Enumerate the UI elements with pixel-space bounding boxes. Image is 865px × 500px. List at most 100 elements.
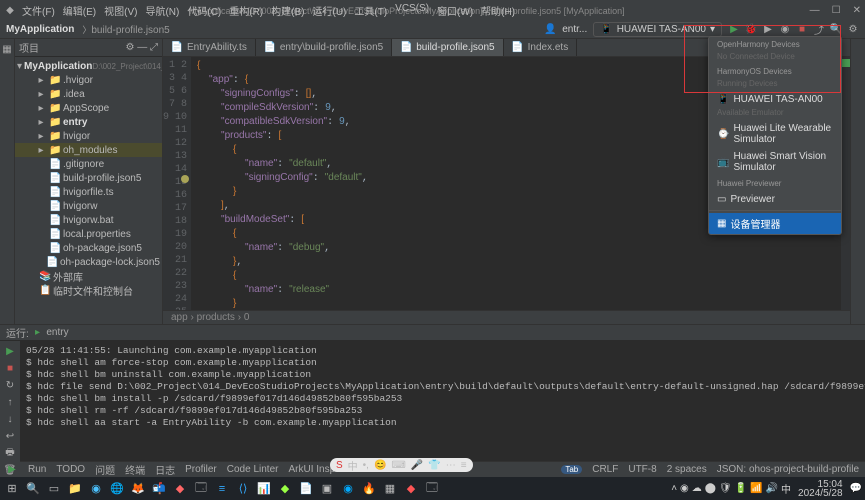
close-icon[interactable]: ✕ (853, 5, 861, 16)
menu-window[interactable]: 窗口(W) (437, 3, 473, 18)
app-icon-7[interactable]: 📄 (297, 480, 315, 498)
tray-up-icon[interactable]: ˄ (671, 483, 677, 494)
ime-toolbar[interactable]: S 中 •, 😊 ⌨ 🎤 👕 ⋯ ≡ (330, 458, 473, 472)
stop-icon[interactable]: ■ (796, 24, 808, 36)
restart-icon[interactable]: ↻ (4, 379, 16, 391)
project-tree-header[interactable]: 项目⚙ — ⤢ (15, 39, 162, 57)
tray-ico[interactable]: 🛡 (719, 483, 732, 494)
editor-tab[interactable]: 📄Index.ets (504, 39, 578, 56)
tree-item[interactable]: 📄hvigorw (15, 199, 162, 213)
menu-file[interactable]: 文件(F) (22, 3, 55, 18)
ime-more-icon[interactable]: ⋯ (446, 460, 456, 471)
device-selector[interactable]: 📱 HUAWEI TAS-AN00 ▾ (593, 22, 722, 37)
notif-icon[interactable]: 💬 (850, 483, 862, 494)
tray-ico[interactable]: ☁ (692, 483, 702, 494)
menu-run[interactable]: 运行(U) (312, 3, 346, 18)
editor-tab[interactable]: 📄entry\build-profile.json5 (256, 39, 392, 56)
app-icon-5[interactable]: 📊 (255, 480, 273, 498)
maximize-icon[interactable]: ☐ (832, 5, 841, 16)
app-icon-11[interactable]: ◆ (402, 480, 420, 498)
status-crlf[interactable]: CRLF (592, 464, 618, 475)
vcs-icon[interactable]: ⤴ (813, 24, 825, 36)
tray-ico[interactable]: 🔋 (735, 483, 747, 494)
print-icon[interactable]: 🖶 (4, 447, 16, 459)
menu-edit[interactable]: 编辑(E) (63, 3, 96, 18)
ime-voice-icon[interactable]: 🎤 (411, 460, 423, 471)
ime-punct[interactable]: •, (363, 460, 369, 471)
menu-help[interactable]: 帮助(H) (481, 3, 515, 18)
profiler-tool[interactable]: Profiler (185, 464, 217, 475)
tree-item[interactable]: ▸📁hvigor (15, 129, 162, 143)
popup-device-manager[interactable]: ▦设备管理器 (709, 213, 841, 234)
status-enc[interactable]: UTF-8 (628, 464, 656, 475)
menu-tools[interactable]: 工具(T) (354, 3, 387, 18)
tree-root[interactable]: ▾MyApplication D:\002_Project\014_DevEco… (15, 59, 162, 73)
popup-sim-vision[interactable]: 📺Huawei Smart Vision Simulator (709, 148, 841, 176)
tray-vol-icon[interactable]: 🔊 (766, 483, 778, 494)
tree-item[interactable]: 📄oh-package-lock.json5 (15, 255, 162, 269)
ime-skin-icon[interactable]: 👕 (428, 460, 440, 471)
rerun-icon[interactable]: ▶ (4, 345, 16, 357)
tree-item[interactable]: ▸📁AppScope (15, 101, 162, 115)
status-indent[interactable]: 2 spaces (667, 464, 707, 475)
menu-vcs[interactable]: VCS(S) (395, 3, 429, 18)
profiler-icon[interactable]: ◉ (779, 24, 791, 36)
log-tool[interactable]: 日志 (155, 462, 175, 477)
firefox-icon[interactable]: 🦊 (129, 480, 147, 498)
app-icon-1[interactable]: 📬 (150, 480, 168, 498)
run-config[interactable]: entr... (562, 24, 587, 35)
terminal-tool[interactable]: 终端 (125, 462, 145, 477)
status-tab[interactable]: Tab (561, 465, 582, 474)
app-icon-12[interactable]: 🗔 (423, 480, 441, 498)
edge-icon[interactable]: ◉ (87, 480, 105, 498)
run-header[interactable]: 运行: ▸ entry ⚙ — (0, 325, 865, 341)
stop-icon[interactable]: ■ (4, 362, 16, 374)
app-icon-6[interactable]: ◆ (276, 480, 294, 498)
run-tool[interactable]: Run (28, 464, 46, 475)
tree-item[interactable]: ▸📁.idea (15, 87, 162, 101)
menu-bar[interactable]: 文件(F) 编辑(E) 视图(V) 导航(N) 代码(C) 重构(R) 构建(B… (22, 3, 515, 18)
popup-sim-wearable[interactable]: ⌚Huawei Lite Wearable Simulator (709, 120, 841, 148)
tree-item[interactable]: 📚外部库 (15, 269, 162, 283)
system-tray[interactable]: ˄ ◉ ☁ ⬤ 🛡 🔋 📶 🔊 中 15:042024/5/28 💬 (671, 480, 862, 498)
tray-ico[interactable]: ◉ (680, 483, 689, 494)
ime-menu-icon[interactable]: ≡ (461, 460, 467, 471)
tree-item[interactable]: 📄hvigorw.bat (15, 213, 162, 227)
ime-mode[interactable]: 中 (348, 458, 358, 473)
run-icon[interactable]: ▶ (728, 24, 740, 36)
problems-tool[interactable]: 问题 (95, 462, 115, 477)
project-name[interactable]: MyApplication (6, 24, 74, 35)
minimize-icon[interactable]: — (810, 5, 820, 16)
menu-refactor[interactable]: 重构(R) (229, 3, 263, 18)
tray-net-icon[interactable]: 📶 (750, 483, 762, 494)
editor-tab[interactable]: 📄build-profile.json5 (392, 39, 503, 56)
user-icon[interactable]: 👤 (544, 24, 556, 36)
tree-item[interactable]: 📋临时文件和控制台 (15, 283, 162, 297)
vscode-icon[interactable]: ⟨⟩ (234, 480, 252, 498)
gear-icon[interactable]: ⚙ (847, 24, 859, 36)
app-icon-3[interactable]: 🗔 (192, 480, 210, 498)
taskbar-search-icon[interactable]: 🔍 (24, 480, 42, 498)
tree-item[interactable]: 📄local.properties (15, 227, 162, 241)
tree-item[interactable]: ▸📁entry (15, 115, 162, 129)
tree-item[interactable]: ▸📁oh_modules (15, 143, 162, 157)
start-icon[interactable]: ⊞ (3, 480, 21, 498)
debug-icon[interactable]: 🐞 (745, 24, 757, 36)
todo-tool[interactable]: TODO (56, 464, 85, 475)
editor-tab[interactable]: 📄EntryAbility.ts (163, 39, 256, 56)
tree-item[interactable]: 📄build-profile.json5 (15, 171, 162, 185)
tray-ime-icon[interactable]: 中 (781, 481, 791, 496)
menu-nav[interactable]: 导航(N) (145, 3, 179, 18)
app-icon-4[interactable]: ≡ (213, 480, 231, 498)
ime-emoji-icon[interactable]: 😊 (374, 460, 386, 471)
wrap-icon[interactable]: ↩ (4, 430, 16, 442)
tray-ico[interactable]: ⬤ (705, 483, 716, 494)
editor-breadcrumb[interactable]: app › products › 0 (163, 310, 850, 324)
menu-code[interactable]: 代码(C) (187, 3, 221, 18)
menu-build[interactable]: 构建(B) (271, 3, 304, 18)
project-tool-icon[interactable]: ▦ (1, 43, 13, 55)
up-icon[interactable]: ↑ (4, 396, 16, 408)
app-icon-2[interactable]: ◆ (171, 480, 189, 498)
popup-device-huawei[interactable]: 📱HUAWEI TAS-AN00 (709, 91, 841, 108)
tree-item[interactable]: 📄.gitignore (15, 157, 162, 171)
